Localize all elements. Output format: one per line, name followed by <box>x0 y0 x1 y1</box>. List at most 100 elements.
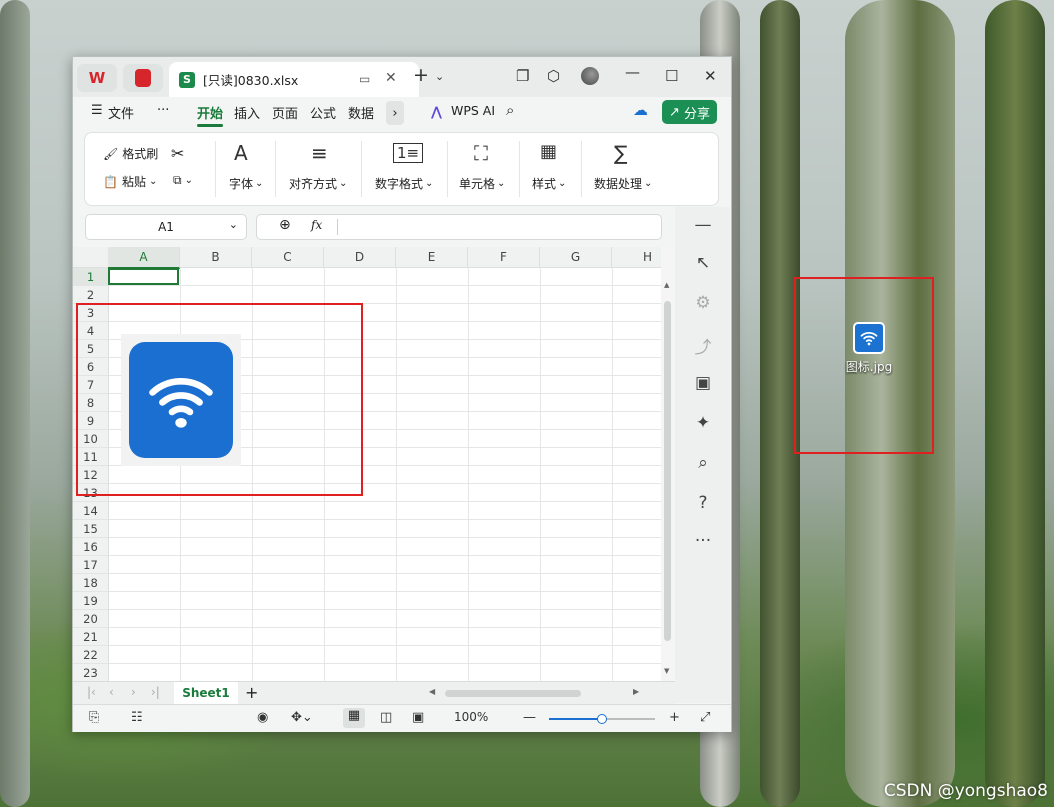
crosshair-icon[interactable]: ✥⌄ <box>291 710 313 725</box>
menu-scroll-right-button[interactable]: › <box>386 101 404 125</box>
column-header-g[interactable]: G <box>540 247 612 268</box>
copy-button[interactable]: ⧉ ⌄ <box>173 173 193 188</box>
last-sheet-icon[interactable]: ›| <box>151 685 160 699</box>
scroll-down-icon[interactable]: ▼ <box>664 667 669 675</box>
more-icon[interactable]: ··· <box>692 531 714 551</box>
prev-sheet-icon[interactable]: ‹ <box>109 685 114 699</box>
minimize-icon[interactable]: — <box>625 63 640 81</box>
menu-home[interactable]: 开始 <box>197 103 223 122</box>
page-layout-icon[interactable]: ◫ <box>380 710 392 725</box>
row-header-23[interactable]: 23 <box>73 664 109 681</box>
normal-view-button[interactable]: ▦ <box>343 708 365 728</box>
vertical-scrollbar[interactable]: ▲ ▼ <box>661 247 675 681</box>
zoom-in-icon[interactable]: + <box>669 710 680 725</box>
close-tab-icon[interactable]: ✕ <box>385 70 397 86</box>
zoom-out-icon[interactable]: — <box>523 710 536 725</box>
font-button[interactable]: 字体 ⌄ <box>229 175 263 192</box>
macro-icon[interactable]: ⎘ <box>89 710 99 725</box>
corner-cell[interactable] <box>73 247 109 268</box>
close-window-icon[interactable]: ✕ <box>704 67 717 85</box>
maximize-icon[interactable]: ☐ <box>665 67 678 85</box>
formula-input[interactable]: ⊕ fx <box>256 214 662 240</box>
row-header-18[interactable]: 18 <box>73 574 109 592</box>
vertical-scroll-thumb[interactable] <box>664 301 671 641</box>
format-painter-button[interactable]: 🖌 格式刷 <box>103 145 158 162</box>
cell-button[interactable]: 单元格 ⌄ <box>459 175 505 192</box>
row-header-15[interactable]: 15 <box>73 520 109 538</box>
column-header-d[interactable]: D <box>324 247 396 268</box>
menu-insert[interactable]: 插入 <box>234 103 260 122</box>
first-sheet-icon[interactable]: |‹ <box>87 685 96 699</box>
column-header-f[interactable]: F <box>468 247 540 268</box>
help-icon[interactable]: ? <box>692 493 714 513</box>
row-header-20[interactable]: 20 <box>73 610 109 628</box>
menu-file[interactable]: 文件 <box>108 103 134 122</box>
magic-wand-icon[interactable]: ✦ <box>692 413 714 433</box>
row-header-2[interactable]: 2 <box>73 286 109 304</box>
screen-icon[interactable]: ▭ <box>359 72 370 86</box>
transform-icon[interactable]: ⤴ <box>692 333 714 358</box>
name-box[interactable]: A1 ⌄ <box>85 214 247 240</box>
paste-button[interactable]: 📋 粘贴 ⌄ <box>103 173 157 190</box>
annotation-box-sheet <box>76 303 363 496</box>
wps-pdf-button[interactable] <box>123 64 163 92</box>
ribbon-toolbar: 🖌 格式刷 ✂ 📋 粘贴 ⌄ ⧉ ⌄ A 字体 ⌄ ≡ 对齐方式 ⌄ 1≡ 数字格式… <box>84 132 719 206</box>
zoom-slider[interactable] <box>549 714 655 724</box>
menu-formula[interactable]: 公式 <box>310 103 336 122</box>
row-header-17[interactable]: 17 <box>73 556 109 574</box>
eye-icon[interactable]: ◉ <box>257 710 268 725</box>
add-sheet-button[interactable]: + <box>245 683 258 702</box>
data-process-button[interactable]: 数据处理 ⌄ <box>594 175 652 192</box>
chevron-down-icon[interactable]: ⌄ <box>435 70 444 83</box>
scroll-up-icon[interactable]: ▲ <box>664 281 669 289</box>
page-break-icon[interactable]: ▣ <box>412 710 424 725</box>
row-header-14[interactable]: 14 <box>73 502 109 520</box>
menu-more[interactable]: ··· <box>157 103 169 118</box>
hamburger-icon[interactable]: ☰ <box>91 103 103 118</box>
selected-cell-a1[interactable] <box>108 268 179 285</box>
select-cursor-icon[interactable]: ↖ <box>692 253 714 273</box>
column-header-c[interactable]: C <box>252 247 324 268</box>
next-sheet-icon[interactable]: › <box>131 685 136 699</box>
menu-data[interactable]: 数据 <box>348 103 374 122</box>
number-format-button[interactable]: 数字格式 ⌄ <box>375 175 433 192</box>
wps-home-button[interactable]: W <box>77 64 117 92</box>
zoom-level[interactable]: 100% <box>454 710 488 724</box>
column-header-e[interactable]: E <box>396 247 468 268</box>
cube-icon[interactable]: ⬡ <box>547 67 560 85</box>
row-header-19[interactable]: 19 <box>73 592 109 610</box>
share-button[interactable]: ↗ 分享 <box>662 100 717 124</box>
menu-page[interactable]: 页面 <box>272 103 298 122</box>
new-tab-icon[interactable]: + <box>413 64 429 86</box>
cloud-upload-icon[interactable]: ☁ <box>633 101 648 119</box>
horizontal-scroll-thumb[interactable] <box>445 690 581 697</box>
fullscreen-icon[interactable]: ⤢ <box>700 710 710 725</box>
wps-ai-button[interactable]: WPS AI <box>451 103 495 118</box>
zoom-slider-knob[interactable] <box>597 714 607 724</box>
cut-icon[interactable]: ✂ <box>171 144 184 163</box>
adjust-icon[interactable]: ⚙ <box>692 293 714 313</box>
align-button[interactable]: 对齐方式 ⌄ <box>289 175 347 192</box>
row-header-16[interactable]: 16 <box>73 538 109 556</box>
zoom-search-icon[interactable]: ⊕ <box>279 217 291 233</box>
image-edit-icon[interactable]: ▣ <box>692 373 714 393</box>
sheet-tab[interactable]: Sheet1 <box>174 682 238 704</box>
scroll-left-icon[interactable]: ◀ <box>429 687 435 696</box>
column-header-h[interactable]: H <box>612 247 661 268</box>
search-icon[interactable]: ⌕ <box>506 101 514 119</box>
row-header-22[interactable]: 22 <box>73 646 109 664</box>
fx-icon[interactable]: fx <box>311 218 322 232</box>
book-search-icon[interactable]: ⌕ <box>692 453 714 473</box>
style-button[interactable]: 样式 ⌄ <box>532 175 566 192</box>
row-header-21[interactable]: 21 <box>73 628 109 646</box>
document-tab[interactable]: S [只读]0830.xlsx ▭ ✕ <box>169 62 419 97</box>
collapse-icon[interactable]: — <box>692 215 714 235</box>
column-header-b[interactable]: B <box>180 247 252 268</box>
row-header-1[interactable]: 1 <box>73 268 109 286</box>
column-header-a[interactable]: A <box>108 247 180 269</box>
outline-icon[interactable]: ☷ <box>131 710 143 725</box>
scroll-right-icon[interactable]: ▶ <box>633 687 639 696</box>
avatar[interactable] <box>581 67 599 85</box>
restore-windows-icon[interactable]: ❐ <box>516 67 529 85</box>
name-box-value: A1 <box>158 220 174 234</box>
